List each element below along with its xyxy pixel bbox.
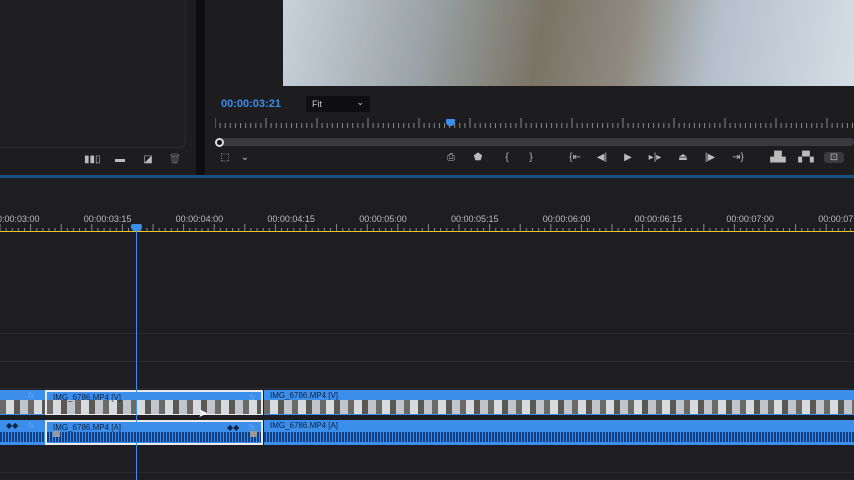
extract-icon[interactable]: ▞▚ <box>798 152 814 163</box>
track-divider <box>0 333 854 334</box>
trash-icon[interactable]: 🗑 <box>167 154 183 165</box>
ruler-label: 00:00:07:15 <box>818 214 854 224</box>
ruler-label: 00:00:07:00 <box>726 214 774 224</box>
fade-handle-in[interactable] <box>53 431 60 437</box>
go-to-in-icon[interactable]: {⇤ <box>567 152 583 163</box>
ruler-label: 00:00:03:15 <box>83 214 132 224</box>
keyframe-icon: ◆◆ <box>6 421 19 430</box>
lift-icon[interactable]: ▟▙ <box>770 152 786 163</box>
add-marker-icon[interactable]: ⬟ <box>470 152 486 163</box>
program-time-ruler[interactable] <box>215 118 854 128</box>
track-divider <box>0 361 854 362</box>
play-in-to-out-icon[interactable]: ▸|▸ <box>647 152 663 163</box>
track-divider <box>0 388 854 389</box>
ruler-label: 00:00:05:00 <box>359 214 407 224</box>
clip-name: IMG_6786.MP4 [V] <box>270 391 339 400</box>
project-list <box>0 0 186 148</box>
mouse-cursor-icon: ➤ <box>198 406 209 420</box>
clip-name: IMG_6786.MP4 [V] <box>53 393 122 402</box>
comparison-view-icon[interactable]: ⊡ <box>824 152 844 163</box>
mark-in-icon[interactable]: { <box>499 152 515 163</box>
track-divider <box>0 472 854 473</box>
settings-chevron-icon[interactable]: ⌄ <box>237 152 253 163</box>
zoom-scrollbar[interactable] <box>215 138 854 146</box>
step-back-icon[interactable]: ◀| <box>594 152 610 163</box>
ruler-label: 00:00:05:15 <box>451 214 499 224</box>
fade-handle-out[interactable] <box>250 431 257 437</box>
export-frame-icon[interactable]: ⎙ <box>443 152 459 163</box>
ruler-label: 00:00:04:00 <box>175 214 224 224</box>
clip-name: IMG_6786.MP4 [A] <box>270 421 339 430</box>
ruler-label: 00:00:03:00 <box>0 214 40 224</box>
step-forward-icon[interactable]: |▶ <box>702 152 718 163</box>
new-item-icon[interactable]: ◪ <box>140 154 156 165</box>
safe-margins-icon[interactable]: ⬚ <box>217 152 233 163</box>
fx-badge: fx <box>249 393 256 402</box>
timeline-playhead-handle[interactable] <box>131 224 142 231</box>
panel-divider[interactable] <box>196 0 205 175</box>
timeline-playhead-line[interactable] <box>136 226 137 480</box>
clip-v1-selected[interactable]: IMG_6786.MP4 [V] fx <box>45 390 263 415</box>
clip-v1-next[interactable]: IMG_6786.MP4 [V] <box>264 390 854 415</box>
program-video-frame <box>283 0 854 86</box>
new-bin-icon[interactable]: ▬ <box>112 154 128 165</box>
mark-out-icon[interactable]: } <box>523 152 539 163</box>
loop-icon[interactable]: ⏏ <box>675 152 691 163</box>
play-icon[interactable]: ▶ <box>620 152 636 163</box>
fx-badge: fx <box>28 421 35 430</box>
zoom-value: Fit <box>312 99 322 109</box>
clip-a1-previous[interactable]: ◆◆ fx <box>0 420 45 445</box>
ruler-label: 00:00:06:00 <box>542 214 591 224</box>
clip-a1-next[interactable]: IMG_6786.MP4 [A] <box>264 420 854 445</box>
storyboard-icon[interactable]: ▮▮▯ <box>84 154 101 165</box>
project-panel: ▮▮▯ ▬ ◪ 🗑 <box>0 0 196 174</box>
ruler-label: 00:00:04:15 <box>267 214 315 224</box>
program-playhead[interactable] <box>446 119 455 126</box>
go-to-out-icon[interactable]: ⇥} <box>730 152 746 163</box>
clip-name: IMG_6786.MP4 [A] <box>53 423 122 432</box>
playhead-timecode[interactable]: 00:00:03:21 <box>221 98 281 110</box>
zoom-dropdown[interactable]: Fit ⌄ <box>306 96 370 112</box>
scrollbar-handle[interactable] <box>215 138 224 147</box>
clip-a1-selected[interactable]: IMG_6786.MP4 [A] ◆◆ fx <box>45 420 263 445</box>
clip-v1-previous[interactable]: fx <box>0 390 45 415</box>
ruler-label: 00:00:06:15 <box>634 214 683 224</box>
work-area-bar <box>0 231 854 232</box>
fx-badge: fx <box>28 391 35 400</box>
keyframe-icon: ◆◆ <box>227 423 240 432</box>
chevron-down-icon: ⌄ <box>356 97 364 107</box>
